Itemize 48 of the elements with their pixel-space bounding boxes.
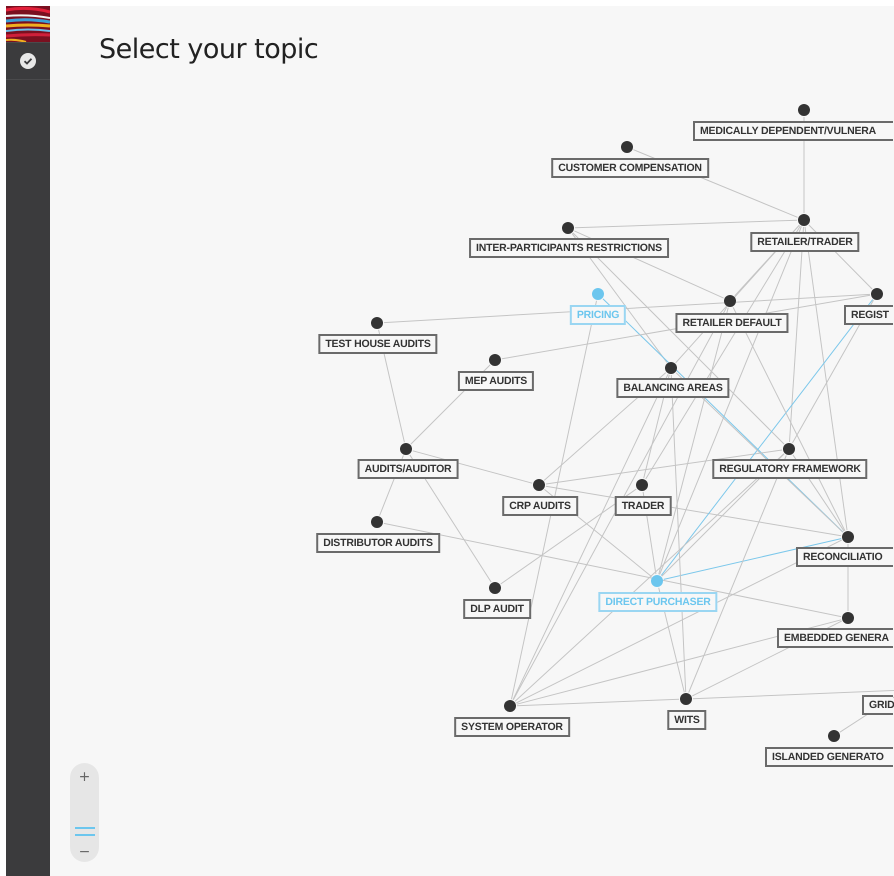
topic-label[interactable]: REGIST bbox=[844, 305, 893, 325]
node-dot[interactable] bbox=[504, 700, 516, 712]
topic-label[interactable]: INTER-PARTICIPANTS RESTRICTIONS bbox=[469, 238, 669, 258]
topic-label[interactable]: SYSTEM OPERATOR bbox=[454, 717, 570, 737]
node-dot[interactable] bbox=[842, 612, 854, 624]
node-dot[interactable] bbox=[400, 443, 412, 455]
node-dot[interactable] bbox=[798, 214, 810, 226]
zoom-in-button[interactable]: + bbox=[74, 767, 94, 788]
node-dot[interactable] bbox=[798, 104, 810, 116]
node-dot[interactable] bbox=[842, 531, 854, 543]
topic-label[interactable]: RETAILER DEFAULT bbox=[675, 313, 789, 333]
zoom-out-button[interactable]: − bbox=[74, 841, 94, 862]
check-icon bbox=[20, 53, 36, 69]
topic-label[interactable]: RETAILER/TRADER bbox=[750, 232, 860, 252]
node-dot[interactable] bbox=[871, 288, 883, 300]
page-title: Select your topic bbox=[99, 34, 318, 65]
topic-label[interactable]: WITS bbox=[667, 710, 707, 730]
topic-label[interactable]: RECONCILIATIO bbox=[796, 547, 893, 567]
topic-label[interactable]: MEDICALLY DEPENDENT/VULNERA bbox=[693, 121, 893, 141]
node-dot[interactable] bbox=[533, 479, 545, 491]
node-dot[interactable] bbox=[371, 516, 383, 528]
node-dot[interactable] bbox=[724, 295, 736, 307]
node-dot[interactable] bbox=[680, 693, 692, 705]
node-dot[interactable] bbox=[651, 575, 663, 587]
topic-label[interactable]: DLP AUDIT bbox=[463, 599, 531, 619]
topic-label[interactable]: CUSTOMER COMPENSATION bbox=[551, 158, 709, 178]
topic-label[interactable]: MEP AUDITS bbox=[458, 371, 534, 391]
topic-label[interactable]: DISTRIBUTOR AUDITS bbox=[316, 533, 440, 553]
node-dot[interactable] bbox=[636, 479, 648, 491]
node-dot[interactable] bbox=[592, 288, 604, 300]
topic-label[interactable]: EMBEDDED GENERA bbox=[777, 628, 893, 648]
node-dot[interactable] bbox=[828, 730, 840, 742]
node-dot[interactable] bbox=[489, 582, 501, 594]
node-dot[interactable] bbox=[489, 354, 501, 366]
topic-label[interactable]: CRP AUDITS bbox=[502, 496, 578, 516]
node-dot[interactable] bbox=[783, 443, 795, 455]
node-dot[interactable] bbox=[371, 317, 383, 329]
topic-label[interactable]: TEST HOUSE AUDITS bbox=[318, 334, 438, 354]
topic-label[interactable]: BALANCING AREAS bbox=[616, 378, 730, 398]
topic-label[interactable]: TRADER bbox=[614, 496, 672, 516]
topic-label[interactable]: AUDITS/AUDITOR bbox=[358, 459, 458, 479]
node-dot[interactable] bbox=[562, 222, 574, 234]
topic-label[interactable]: REGULATORY FRAMEWORK bbox=[712, 459, 868, 479]
node-dot[interactable] bbox=[621, 141, 633, 153]
topic-label[interactable]: GRID bbox=[862, 695, 893, 715]
zoom-slider-handle[interactable] bbox=[74, 826, 94, 836]
topic-label[interactable]: ISLANDED GENERATO bbox=[765, 747, 893, 767]
node-dot[interactable] bbox=[665, 362, 677, 374]
